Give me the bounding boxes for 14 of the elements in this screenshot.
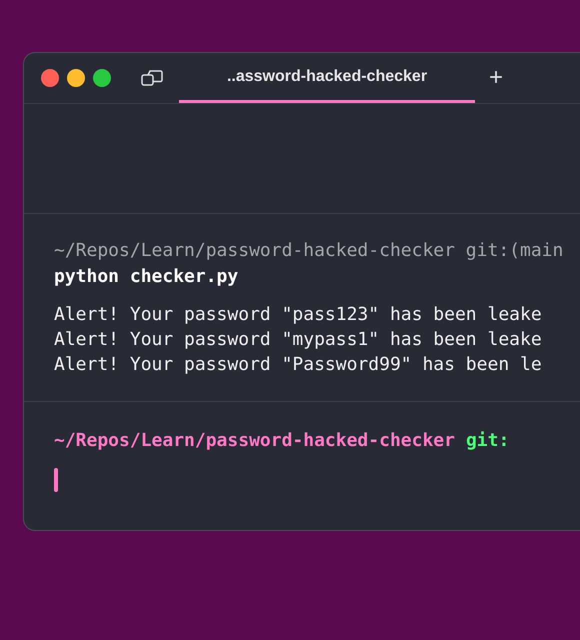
prompt-path: ~/Repos/Learn/password-hacked-checker [54,429,455,453]
text-cursor [54,468,58,492]
command-text: python checker.py [54,265,240,289]
close-button[interactable] [41,69,59,87]
output-line: Alert! Your password "mypass1" has been leake [54,328,543,352]
terminal-tab[interactable]: ..assword-hacked-checker [179,53,475,103]
output-line: Alert! Your password "Password99" has been le [54,353,543,377]
zoom-button[interactable] [93,69,111,87]
git-label: git: [466,429,510,453]
tab-overview-icon[interactable] [141,70,163,86]
prompt-line: ~/Repos/Learn/password-hacked-checker git:(main [54,239,564,263]
minimize-button[interactable] [67,69,85,87]
output-line: Alert! Your password "pass123" has been leake [54,303,543,327]
new-tab-button[interactable]: + [489,66,504,90]
